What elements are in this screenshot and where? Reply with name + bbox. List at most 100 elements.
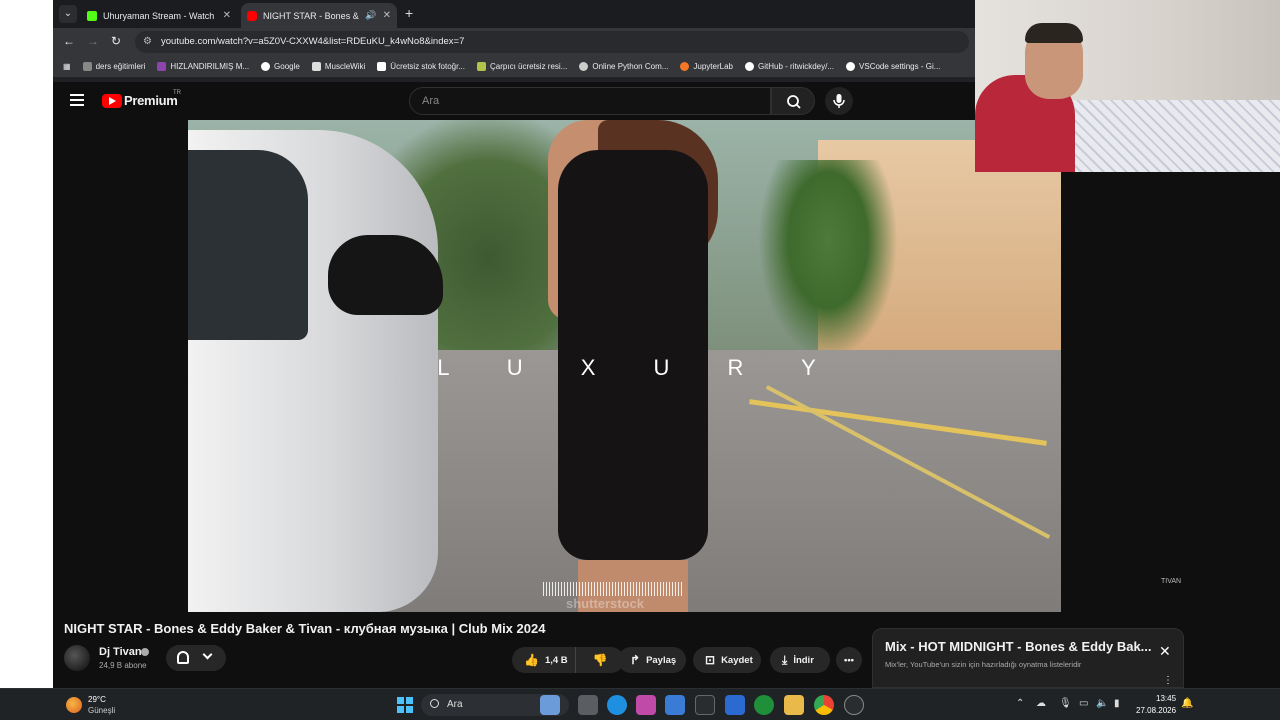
close-tab-icon[interactable]: ✕: [383, 10, 391, 21]
channel-name[interactable]: Dj Tivan: [99, 646, 142, 658]
close-tab-icon[interactable]: ✕: [223, 10, 231, 21]
chevron-up-icon[interactable]: ⌃: [1016, 698, 1024, 709]
tab-strip: ⌄ Uhuryaman Stream - Watch Live ✕ NIGHT …: [53, 0, 975, 28]
cloud-icon[interactable]: ☁: [1036, 698, 1046, 709]
bookmark-github[interactable]: GitHub - ritwickdey/...: [745, 62, 834, 71]
new-tab-button[interactable]: +: [405, 5, 413, 21]
video-frame[interactable]: L U X U R Y shutterstock: [188, 120, 1061, 612]
desktop-edge: [0, 0, 53, 688]
browser-chrome: ⌄ Uhuryaman Stream - Watch Live ✕ NIGHT …: [53, 0, 975, 82]
copilot-app-icon[interactable]: [636, 695, 656, 715]
pexels-icon: [377, 62, 387, 71]
weather-icon[interactable]: [66, 697, 82, 713]
search-button[interactable]: [771, 87, 815, 115]
file-explorer-icon[interactable]: [784, 695, 804, 715]
mix-title[interactable]: Mix - HOT MIDNIGHT - Bones & Eddy Bak...: [885, 639, 1155, 654]
bookmark-ders-egitimleri[interactable]: ders eğitimleri: [82, 62, 145, 71]
search-input[interactable]: Ara: [409, 87, 771, 115]
premium-logo-text[interactable]: Premium: [124, 93, 178, 108]
like-count: 1,4 B: [544, 654, 568, 666]
clock-time[interactable]: 13:45: [1156, 694, 1176, 703]
volume-icon[interactable]: 🔈: [1096, 698, 1108, 709]
microphone-icon: [833, 94, 845, 108]
close-icon[interactable]: ✕: [1159, 643, 1171, 660]
dislike-button[interactable]: 👎: [576, 647, 624, 673]
address-bar[interactable]: ⚙ youtube.com/watch?v=a5Z0V-CXXW4&list=R…: [135, 31, 969, 53]
shutterstock-watermark: shutterstock: [566, 596, 645, 611]
github-icon: [846, 62, 856, 71]
bookmark-vscode-settings[interactable]: VSCode settings - Gi...: [846, 62, 940, 71]
google-icon: [261, 62, 271, 71]
notification-icon[interactable]: 🔔: [1181, 698, 1193, 709]
app-icon[interactable]: [695, 695, 715, 715]
bookmark-hizlandirilmis[interactable]: HIZLANDIRILMIŞ M...: [157, 62, 249, 71]
url-text: youtube.com/watch?v=a5Z0V-CXXW4&list=RDE…: [161, 36, 465, 47]
apps-grid-icon[interactable]: ▦: [63, 62, 71, 71]
visual-studio-icon[interactable]: [725, 695, 745, 715]
speaker-icon[interactable]: 🔊: [365, 10, 376, 21]
youtube-favicon-icon: [247, 10, 257, 21]
taskbar-search-label: Ara: [447, 699, 463, 710]
youtube-logo-icon[interactable]: [102, 94, 122, 108]
site-info-icon[interactable]: ⚙: [143, 31, 152, 53]
tab-youtube-night-star[interactable]: NIGHT STAR - Bones & Eddy Baker 🔊 ✕: [241, 3, 397, 28]
start-button[interactable]: [397, 697, 413, 713]
display-icon[interactable]: ▭: [1079, 698, 1088, 709]
like-dislike-group: 👍 1,4 B 👎: [512, 647, 624, 673]
tab-search-button[interactable]: ⌄: [59, 5, 77, 23]
windows-logo-icon: [406, 697, 413, 704]
verified-icon: [141, 648, 149, 656]
microphone-icon[interactable]: 🎙: [1059, 698, 1072, 709]
bookmark-google[interactable]: Google: [261, 62, 300, 71]
forward-arrow-icon[interactable]: →: [87, 34, 99, 48]
weather-description[interactable]: Güneşli: [88, 706, 115, 715]
screen: ⌄ Uhuryaman Stream - Watch Live ✕ NIGHT …: [0, 0, 1280, 720]
reload-icon[interactable]: ↻: [111, 34, 121, 48]
task-view-icon[interactable]: [578, 695, 598, 715]
bookmarks-bar: ▦ ders eğitimleri HIZLANDIRILMIŞ M... Go…: [53, 56, 975, 78]
avatar[interactable]: [64, 645, 90, 671]
video-title: NIGHT STAR - Bones & Eddy Baker & Tivan …: [64, 621, 546, 636]
luxury-overlay-text: L U X U R Y: [437, 355, 842, 380]
windows-logo-icon: [397, 706, 404, 713]
video-player[interactable]: L U X U R Y shutterstock TIVAN: [53, 120, 1196, 612]
edge-icon[interactable]: [607, 695, 627, 715]
search-icon: [787, 95, 801, 109]
bookmark-musclewiki[interactable]: MuscleWiki: [311, 62, 365, 71]
channel-watermark[interactable]: TIVAN: [1161, 578, 1181, 585]
car-mirror: [328, 235, 443, 315]
chrome-icon[interactable]: [814, 695, 834, 715]
share-arrow-icon: ↱: [630, 653, 641, 667]
voice-search-button[interactable]: [825, 87, 853, 115]
store-icon[interactable]: [665, 695, 685, 715]
settings-gear-icon[interactable]: [844, 695, 864, 715]
copilot-icon[interactable]: [540, 695, 560, 715]
browser-toolbar: ← → ↻ ⚙ youtube.com/watch?v=a5Z0V-CXXW4&…: [53, 28, 975, 56]
download-button[interactable]: ⤓ İndir: [770, 647, 830, 673]
bookmark-icon: [82, 62, 92, 71]
save-button[interactable]: ⊡ Kaydet: [693, 647, 761, 673]
audio-waveform: [543, 582, 683, 596]
clock-date[interactable]: 27.08.2026: [1136, 706, 1176, 715]
more-actions-button[interactable]: •••: [836, 647, 862, 673]
share-button[interactable]: ↱ Paylaş: [618, 647, 686, 673]
windows-logo-icon: [406, 706, 413, 713]
bookmark-online-python[interactable]: Online Python Com...: [579, 62, 668, 71]
subscription-bell-button[interactable]: [166, 645, 226, 671]
bookmark-jupyterlab[interactable]: JupyterLab: [680, 62, 733, 71]
windows-taskbar: 29°C Güneşli Ara ⌃ ☁ 🎙 ▭ 🔈 ▮ 13:45 27.08…: [0, 688, 1280, 720]
bookmark-carpici-resim[interactable]: Çarpıcı ücretsiz resi...: [477, 62, 567, 71]
bookmark-icon: ⊡: [705, 653, 716, 667]
download-icon: ⤓: [782, 653, 788, 667]
menu-icon[interactable]: [70, 94, 84, 106]
like-button[interactable]: 👍 1,4 B: [512, 647, 576, 673]
tab-title: Uhuryaman Stream - Watch Live: [103, 10, 217, 21]
battery-icon[interactable]: ▮: [1114, 698, 1120, 709]
bookmark-stok-fotograf[interactable]: Ücretsiz stok fotoğr...: [377, 62, 465, 71]
back-arrow-icon[interactable]: ←: [63, 34, 75, 48]
more-options-icon[interactable]: ⋮: [1163, 675, 1173, 686]
thumbs-down-icon: 👎: [592, 653, 608, 667]
tab-kick-stream[interactable]: Uhuryaman Stream - Watch Live ✕: [81, 3, 237, 28]
weather-temperature[interactable]: 29°C: [88, 695, 106, 704]
xbox-icon[interactable]: [754, 695, 774, 715]
